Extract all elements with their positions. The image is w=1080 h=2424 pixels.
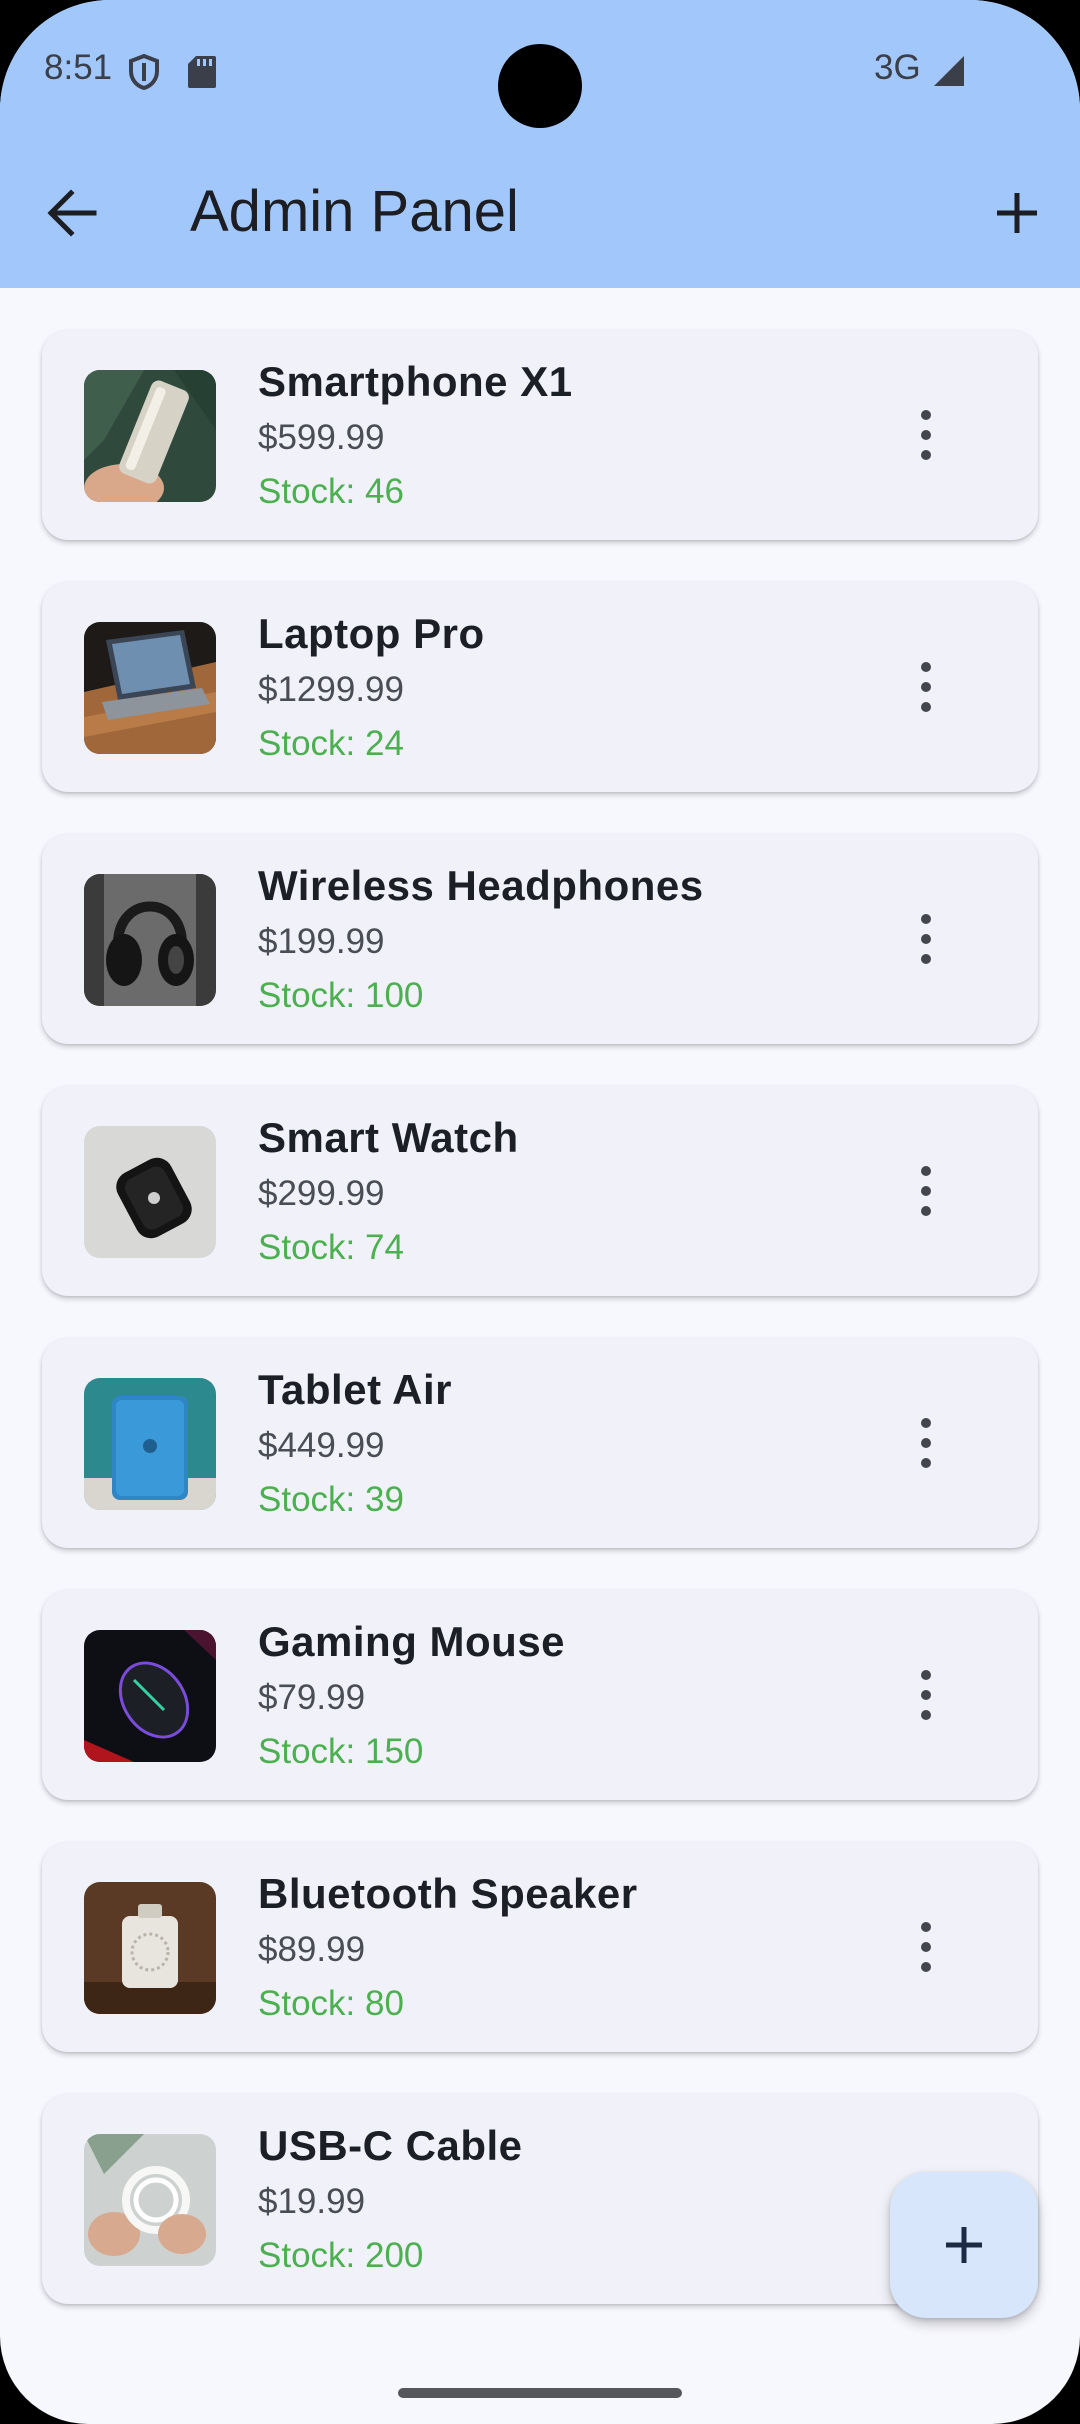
product-name: Smart Watch xyxy=(258,1114,519,1161)
product-price: $79.99 xyxy=(258,1678,366,1717)
product-stock: Stock: 100 xyxy=(258,976,424,1015)
product-image xyxy=(84,1126,216,1258)
product-name: Gaming Mouse xyxy=(258,1618,566,1665)
product-name: Smartphone X1 xyxy=(258,358,573,405)
product-name: Laptop Pro xyxy=(258,610,485,657)
product-price: $19.99 xyxy=(258,2182,366,2221)
camera-cutout xyxy=(498,44,582,128)
app-bar: 8:51 3G Admin Panel xyxy=(0,0,1080,288)
product-card[interactable]: Wireless Headphones $199.99 Stock: 100 xyxy=(42,834,1038,1044)
status-time: 8:51 xyxy=(44,48,113,87)
product-name: Bluetooth Speaker xyxy=(258,1870,638,1917)
add-icon xyxy=(944,2225,984,2265)
product-stock: Stock: 24 xyxy=(258,724,404,763)
product-stock: Stock: 150 xyxy=(258,1732,424,1771)
product-stock: Stock: 39 xyxy=(258,1480,404,1519)
product-card[interactable]: Laptop Pro $1299.99 Stock: 24 xyxy=(42,582,1038,792)
product-card[interactable]: Smartphone X1 $599.99 Stock: 46 xyxy=(42,330,1038,540)
product-image xyxy=(84,1378,216,1510)
add-product-fab[interactable] xyxy=(890,2172,1038,2318)
product-image xyxy=(84,1882,216,2014)
product-price: $449.99 xyxy=(258,1426,385,1465)
signal-icon xyxy=(930,54,966,88)
more-options-icon[interactable] xyxy=(904,1670,948,1720)
arrow-back-icon[interactable] xyxy=(46,188,98,238)
product-card[interactable]: USB-C Cable $19.99 Stock: 200 xyxy=(42,2094,1038,2304)
app-screen: 8:51 3G Admin Panel Smartphone X1 $599.9… xyxy=(0,0,1080,2424)
more-options-icon[interactable] xyxy=(904,410,948,460)
product-name: USB-C Cable xyxy=(258,2122,523,2169)
product-stock: Stock: 74 xyxy=(258,1228,404,1267)
product-price: $599.99 xyxy=(258,418,385,457)
product-stock: Stock: 46 xyxy=(258,472,404,511)
more-options-icon[interactable] xyxy=(904,1166,948,1216)
product-price: $199.99 xyxy=(258,922,385,961)
more-options-icon[interactable] xyxy=(904,1418,948,1468)
product-image xyxy=(84,874,216,1006)
product-name: Tablet Air xyxy=(258,1366,453,1413)
more-options-icon[interactable] xyxy=(904,914,948,964)
product-price: $299.99 xyxy=(258,1174,385,1213)
product-image xyxy=(84,622,216,754)
product-card[interactable]: Smart Watch $299.99 Stock: 74 xyxy=(42,1086,1038,1296)
home-indicator[interactable] xyxy=(398,2388,682,2398)
network-type: 3G xyxy=(874,48,921,87)
product-card[interactable]: Bluetooth Speaker $89.99 Stock: 80 xyxy=(42,1842,1038,2052)
product-image xyxy=(84,1630,216,1762)
product-image xyxy=(84,2134,216,2266)
product-price: $89.99 xyxy=(258,1930,366,1969)
product-image xyxy=(84,370,216,502)
product-name: Wireless Headphones xyxy=(258,862,704,909)
shield-icon xyxy=(128,54,160,90)
product-card[interactable]: Gaming Mouse $79.99 Stock: 150 xyxy=(42,1590,1038,1800)
product-stock: Stock: 80 xyxy=(258,1984,404,2023)
page-title: Admin Panel xyxy=(190,179,519,244)
add-icon[interactable] xyxy=(994,190,1040,236)
product-card[interactable]: Tablet Air $449.99 Stock: 39 xyxy=(42,1338,1038,1548)
sd-card-icon xyxy=(188,56,216,88)
more-options-icon[interactable] xyxy=(904,1922,948,1972)
product-price: $1299.99 xyxy=(258,670,404,709)
more-options-icon[interactable] xyxy=(904,662,948,712)
product-stock: Stock: 200 xyxy=(258,2236,424,2275)
